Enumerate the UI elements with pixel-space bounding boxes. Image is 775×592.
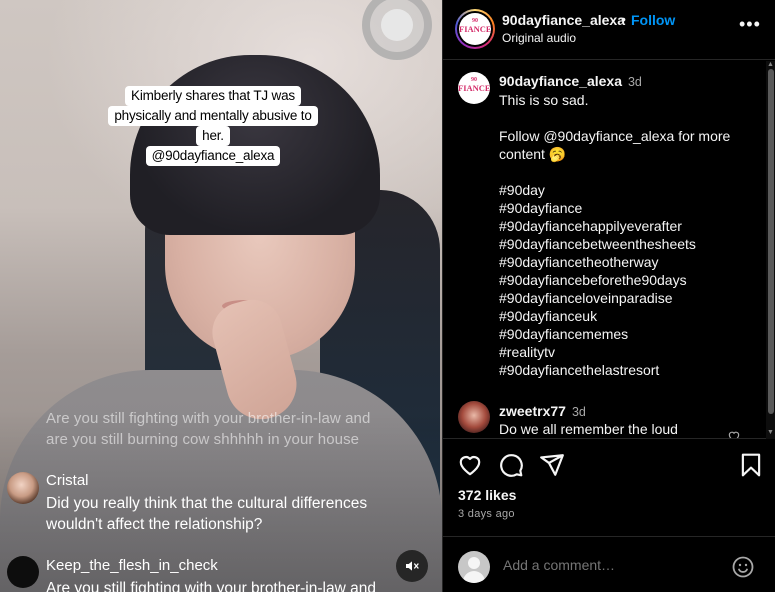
post-age: 3 days ago	[458, 508, 515, 520]
post-caption-line: #90dayfianceloveinparadise	[499, 290, 673, 306]
story-ring[interactable]: 90 FIANCE	[455, 9, 495, 49]
post-caption-line	[499, 163, 730, 181]
post-caption-line: #realitytv	[499, 344, 556, 360]
add-comment-bar	[443, 536, 775, 592]
caption-line: physically and mentally abusive to	[108, 106, 318, 126]
post-caption-line: #90dayfiancebetweenthesheets	[499, 236, 696, 252]
comments-scrollbar[interactable]: ▲ ▼	[766, 61, 775, 439]
post-caption-line: #90dayfiancememes	[499, 326, 629, 342]
post-caption-line: This is so sad.	[499, 92, 589, 108]
post-actions	[443, 448, 775, 482]
post-caption-line: #90dayfiancethelastresort	[499, 362, 660, 378]
post-caption-line: #90dayfiance	[499, 200, 583, 216]
scrollbar-thumb[interactable]	[768, 69, 774, 414]
follow-button[interactable]: Follow	[631, 12, 675, 28]
avatar	[7, 472, 39, 504]
comment-time: 3d	[571, 405, 586, 419]
post-caption-line: #90dayfiancetheotherway	[499, 254, 659, 270]
likes-count[interactable]: 372 likes	[458, 487, 516, 503]
add-comment-input[interactable]	[503, 557, 723, 573]
scroll-up-icon[interactable]: ▲	[767, 61, 774, 68]
video-caption: Kimberly shares that TJ was physically a…	[108, 86, 318, 166]
live-comment-user: Keep_the_flesh_in_check	[46, 557, 218, 574]
post-username[interactable]: 90dayfiance_alexa	[499, 73, 622, 89]
audio-label[interactable]: Original audio	[502, 31, 576, 45]
caption-line: her.	[196, 126, 230, 146]
post-caption-line: #90dayfiancehappilyeverafter	[499, 218, 682, 234]
live-comment-text: wouldn't affect the relationship?	[46, 516, 263, 533]
comment-like-icon[interactable]	[727, 429, 741, 439]
avatar	[458, 551, 490, 583]
post-caption-line	[499, 109, 730, 127]
comments-section[interactable]: 90 FIANCE 90dayfiance_alexa 3d This is so…	[443, 61, 775, 439]
comment-text: Do we all remember the loud	[499, 421, 678, 437]
caption-line: @90dayfiance_alexa	[145, 146, 281, 166]
profile-logo: 90 FIANCE	[459, 13, 491, 45]
comment-icon[interactable]	[498, 452, 524, 478]
header-separator: •	[621, 11, 626, 27]
live-comment-text: Are you still fighting with your brother…	[46, 580, 376, 592]
post-caption-line: content 🥱	[499, 146, 567, 162]
post-header: 90 FIANCE 90dayfiance_alexa • Follow Ori…	[443, 0, 775, 60]
share-icon[interactable]	[539, 452, 565, 478]
post-panel: 90 FIANCE 90dayfiance_alexa • Follow Ori…	[442, 0, 775, 592]
avatar	[7, 556, 39, 588]
comment-author-line: zweetrx77 3d	[499, 402, 586, 421]
heart-icon[interactable]	[457, 452, 483, 478]
post-caption-line: #90dayfianceuk	[499, 308, 598, 324]
live-comment-text: Are you still fighting with your brother…	[46, 410, 371, 427]
live-comment-text: Did you really think that the cultural d…	[46, 495, 368, 512]
header-username[interactable]: 90dayfiance_alexa	[502, 12, 625, 28]
scroll-down-icon[interactable]: ▼	[767, 429, 774, 436]
more-icon[interactable]: •••	[739, 14, 761, 35]
reel-video[interactable]: Kimberly shares that TJ was physically a…	[0, 0, 442, 592]
emoji-icon[interactable]	[731, 555, 755, 579]
avatar[interactable]	[458, 401, 490, 433]
bookmark-icon[interactable]	[738, 452, 764, 478]
comment-username[interactable]: zweetrx77	[499, 403, 566, 419]
avatar[interactable]: 90 FIANCE	[458, 72, 490, 104]
post-caption-line: #90day	[499, 182, 545, 198]
caption-line: Kimberly shares that TJ was	[125, 86, 301, 106]
post-author-line: 90dayfiance_alexa 3d	[499, 72, 642, 91]
post-caption-line: Follow @90dayfiance_alexa for more	[499, 128, 731, 144]
post-caption: This is so sad. Follow @90dayfiance_alexa…	[499, 91, 730, 379]
mute-icon	[406, 561, 419, 571]
live-comment-text: are you still burning cow shhhhh in your…	[46, 431, 360, 448]
post-caption-line: #90dayfiancebeforethe90days	[499, 272, 687, 288]
post-time: 3d	[627, 75, 642, 89]
mute-button[interactable]	[396, 550, 428, 582]
live-comment-user: Cristal	[46, 472, 89, 489]
